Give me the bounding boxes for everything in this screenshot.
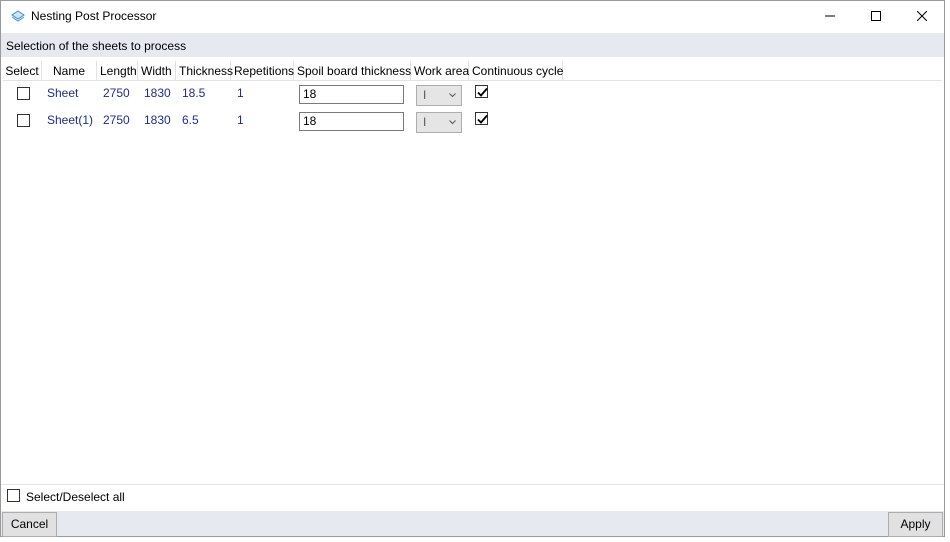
column-header-name[interactable]: Name xyxy=(42,61,97,81)
close-button[interactable] xyxy=(899,1,945,31)
nesting-post-processor-window: Nesting Post Processor Selection of the … xyxy=(0,0,945,537)
minimize-icon xyxy=(825,15,835,17)
cancel-button[interactable]: Cancel xyxy=(2,512,57,537)
diamond-layers-icon xyxy=(11,10,25,22)
column-header-spoil-board-thickness[interactable]: Spoil board thickness xyxy=(294,61,411,81)
checkmark-icon xyxy=(477,114,488,124)
maximize-button[interactable] xyxy=(853,1,899,31)
cell-length: 2750 xyxy=(103,86,130,100)
window-title: Nesting Post Processor xyxy=(31,9,157,23)
column-header-thickness[interactable]: Thickness xyxy=(176,61,233,81)
section-header: Selection of the sheets to process xyxy=(1,33,944,57)
column-header-width[interactable]: Width xyxy=(138,61,176,81)
cell-name: Sheet xyxy=(47,86,79,100)
cell-thickness: 18.5 xyxy=(182,86,206,100)
chevron-down-icon xyxy=(449,120,456,125)
cell-width: 1830 xyxy=(144,86,171,100)
divider xyxy=(1,484,944,485)
footer-bar: Cancel Apply xyxy=(1,511,944,537)
cell-repetitions: 1 xyxy=(237,86,244,100)
chevron-down-icon xyxy=(449,93,456,98)
cell-name: Sheet(1) xyxy=(47,113,94,127)
work-area-select[interactable]: I xyxy=(416,85,462,106)
grid-header: Select Name Length Width Thickness Repet… xyxy=(3,61,942,81)
spoil-board-thickness-input[interactable]: 18 xyxy=(299,112,404,131)
minimize-button[interactable] xyxy=(807,1,853,31)
work-area-select[interactable]: I xyxy=(416,112,462,133)
section-header-label: Selection of the sheets to process xyxy=(6,39,187,53)
column-header-continuous-cycle[interactable]: Continuous cycle xyxy=(469,61,563,81)
cell-thickness: 6.5 xyxy=(182,113,199,127)
column-header-length[interactable]: Length xyxy=(97,61,138,81)
continuous-cycle-checkbox[interactable] xyxy=(475,85,488,98)
spoil-board-thickness-input[interactable]: 18 xyxy=(299,85,404,104)
row-select-checkbox[interactable] xyxy=(17,114,30,127)
column-header-select[interactable]: Select xyxy=(3,61,42,81)
work-area-value: I xyxy=(423,115,427,129)
select-all-label[interactable]: Select/Deselect all xyxy=(26,490,125,504)
title-bar[interactable]: Nesting Post Processor xyxy=(1,1,944,31)
table-row[interactable]: Sheet(1) 2750 1830 6.5 1 18 I xyxy=(3,107,942,134)
work-area-value: I xyxy=(423,88,427,102)
maximize-icon xyxy=(871,11,881,21)
column-header-repetitions[interactable]: Repetitions xyxy=(231,61,294,81)
cell-length: 2750 xyxy=(103,113,130,127)
checkmark-icon xyxy=(477,87,488,97)
select-all-checkbox[interactable] xyxy=(7,489,20,502)
apply-button[interactable]: Apply xyxy=(888,512,943,537)
cell-repetitions: 1 xyxy=(237,113,244,127)
table-row[interactable]: Sheet 2750 1830 18.5 1 18 I xyxy=(3,80,942,107)
sheets-grid: Select Name Length Width Thickness Repet… xyxy=(1,59,944,483)
cell-width: 1830 xyxy=(144,113,171,127)
close-icon xyxy=(917,11,927,21)
row-select-checkbox[interactable] xyxy=(17,87,30,100)
column-header-work-area[interactable]: Work area xyxy=(411,61,469,81)
continuous-cycle-checkbox[interactable] xyxy=(475,112,488,125)
